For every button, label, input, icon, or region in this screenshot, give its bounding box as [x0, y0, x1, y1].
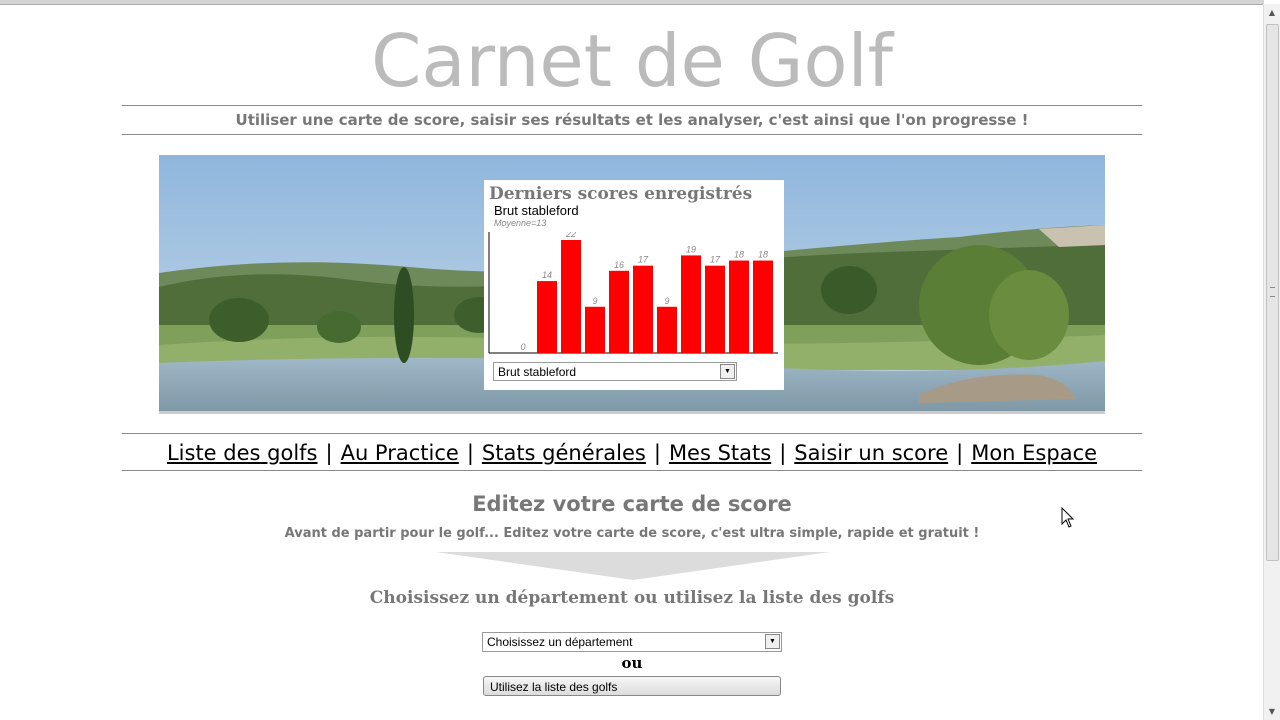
score-bar: [729, 260, 749, 353]
score-data-label: 17: [638, 255, 649, 265]
nav-au-practice[interactable]: Au Practice: [341, 441, 459, 465]
score-data-label: 18: [758, 250, 768, 260]
nav-saisir-un-score[interactable]: Saisir un score: [794, 441, 948, 465]
score-type-select-value: Brut stableford: [498, 365, 577, 379]
scrollbar-thumb[interactable]: [1266, 24, 1279, 561]
window-top-edge: [0, 0, 1264, 5]
widget-average: Moyenne=13: [494, 218, 547, 228]
score-bar: [633, 265, 653, 353]
score-data-label: 14: [542, 270, 552, 280]
choose-department-title: Choisissez un département ou utilisez la…: [369, 588, 895, 608]
widget-title: Derniers scores enregistrés: [489, 184, 753, 204]
score-data-label: 9: [592, 296, 597, 306]
grip-icon: [1270, 287, 1275, 297]
department-select[interactable]: Choisissez un département ▼: [482, 632, 782, 652]
nav-separator: |: [779, 441, 787, 465]
nav-separator: |: [466, 441, 474, 465]
score-bar: [657, 306, 677, 353]
or-label: ou: [621, 654, 643, 672]
nav-mon-espace[interactable]: Mon Espace: [971, 441, 1097, 465]
score-data-label: 22: [565, 232, 576, 239]
nav-mes-stats[interactable]: Mes Stats: [669, 441, 771, 465]
use-golf-list-button[interactable]: Utilisez la liste des golfs: [483, 676, 781, 696]
nav-separator: |: [956, 441, 964, 465]
edit-scorecard-subtitle: Avant de partir pour le golf... Editez v…: [284, 526, 980, 541]
widget-subtitle: Brut stableford: [494, 203, 579, 218]
nav-liste-des-golfs[interactable]: Liste des golfs: [167, 441, 318, 465]
triangle-up-icon[interactable]: ▲: [1264, 4, 1280, 21]
chevron-down-icon[interactable]: ▼: [720, 364, 735, 379]
down-arrow-decoration: [436, 552, 830, 580]
score-data-label: 19: [686, 244, 696, 254]
vertical-scrollbar[interactable]: ▲ ▼: [1263, 4, 1280, 720]
recent-scores-widget: Derniers scores enregistrés Brut stablef…: [484, 180, 784, 390]
nav-stats-generales[interactable]: Stats générales: [482, 441, 646, 465]
score-bar: [753, 260, 773, 353]
mouse-cursor-icon: [1061, 507, 1075, 528]
score-bar: [705, 265, 725, 353]
scores-bar-chart: 01422916179191718180: [488, 232, 778, 354]
score-bar: [561, 240, 581, 353]
score-data-label: 9: [664, 296, 669, 306]
site-title: Carnet de Golf: [371, 19, 893, 103]
triangle-down-icon[interactable]: ▼: [1264, 703, 1280, 720]
chevron-down-icon[interactable]: ▼: [765, 634, 780, 649]
score-bar: [585, 306, 605, 353]
score-bar: [609, 270, 629, 353]
nav-separator: |: [653, 441, 661, 465]
score-data-label: 16: [614, 260, 624, 270]
department-select-value: Choisissez un département: [487, 635, 633, 649]
tagline: Utiliser une carte de score, saisir ses …: [122, 105, 1142, 135]
score-data-label: 0: [520, 342, 525, 352]
edit-scorecard-title: Editez votre carte de score: [472, 492, 792, 516]
score-data-label: 17: [710, 255, 721, 265]
main-navigation: Liste des golfs | Au Practice | Stats généra…: [122, 433, 1142, 471]
score-bar: [537, 281, 557, 353]
nav-separator: |: [325, 441, 333, 465]
score-bar: [681, 255, 701, 353]
score-data-label: 18: [734, 250, 744, 260]
score-type-select[interactable]: Brut stableford ▼: [493, 362, 737, 381]
